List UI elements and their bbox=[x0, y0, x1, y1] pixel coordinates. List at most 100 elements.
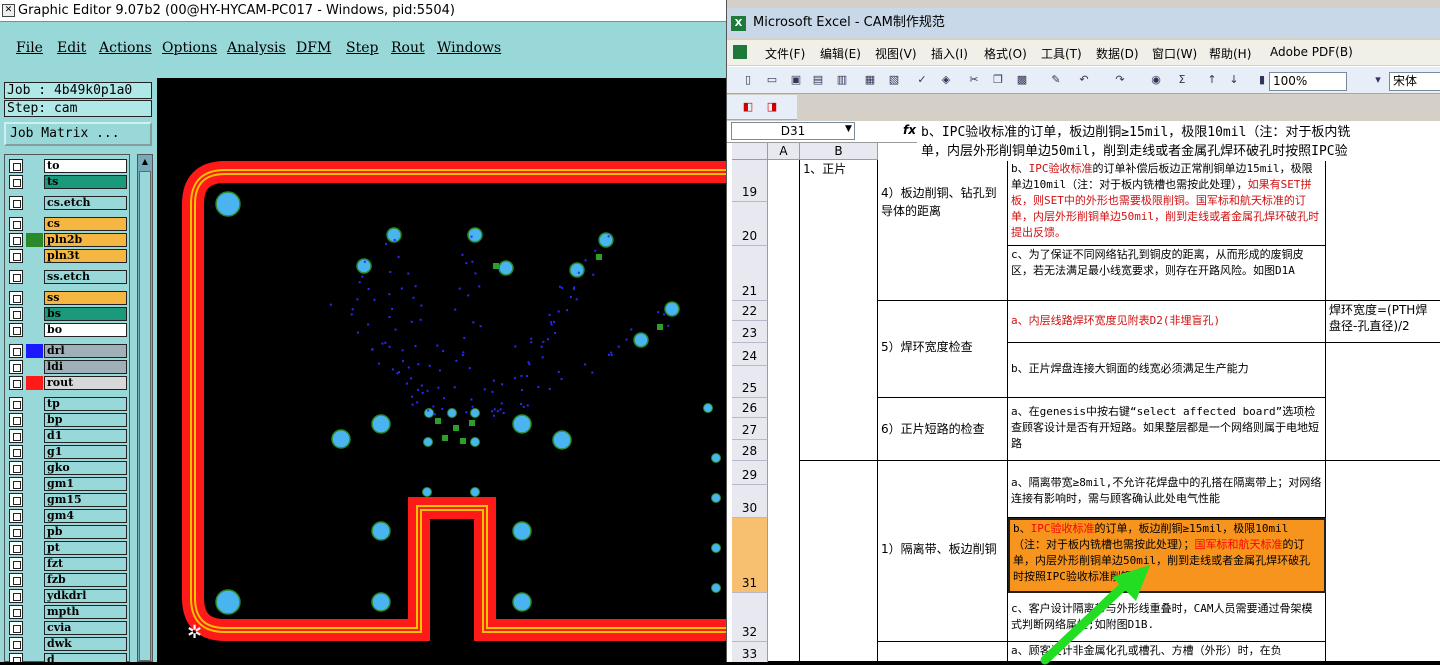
layer-row-ts[interactable]: ts bbox=[9, 175, 127, 189]
menu-file[interactable]: File bbox=[16, 40, 43, 56]
research2-icon[interactable]: ◈ bbox=[939, 73, 953, 87]
redo-icon[interactable]: ↷ bbox=[1113, 73, 1127, 87]
layer-color-swatch[interactable] bbox=[26, 653, 43, 662]
cell-e19[interactable] bbox=[1326, 160, 1440, 301]
menu-windows[interactable]: Windows bbox=[437, 40, 501, 56]
format-painter-icon[interactable]: ✎ bbox=[1049, 73, 1063, 87]
undo-icon[interactable]: ↶ bbox=[1077, 73, 1091, 87]
layer-name[interactable]: pt bbox=[44, 541, 127, 555]
layer-row-tp[interactable]: tp bbox=[9, 397, 127, 411]
sort-asc-icon[interactable]: ↑ bbox=[1205, 73, 1219, 87]
layer-checkbox[interactable] bbox=[9, 557, 23, 571]
layer-color-swatch[interactable] bbox=[26, 525, 43, 539]
layer-color-swatch[interactable] bbox=[26, 323, 43, 337]
menu-file-cn[interactable]: 文件(F) bbox=[765, 45, 805, 62]
cell-d21[interactable]: c、为了保证不同网络钻孔到铜皮的距离，从而形成的废铜皮区，若无法满足最小线宽要求… bbox=[1008, 246, 1326, 301]
layer-row-fzt[interactable]: fzt bbox=[9, 557, 127, 571]
layer-checkbox[interactable] bbox=[9, 605, 23, 619]
layer-row-gm4[interactable]: gm4 bbox=[9, 509, 127, 523]
name-box[interactable]: D31 bbox=[731, 122, 855, 140]
layer-color-swatch[interactable] bbox=[26, 541, 43, 555]
permission-icon[interactable]: ▤ bbox=[811, 73, 825, 87]
layer-checkbox[interactable] bbox=[9, 429, 23, 443]
menu-view-cn[interactable]: 视图(V) bbox=[875, 45, 917, 62]
layer-checkbox[interactable] bbox=[9, 233, 23, 247]
layer-checkbox[interactable] bbox=[9, 653, 23, 662]
row-header-21[interactable]: 21 bbox=[732, 246, 768, 301]
layer-name[interactable]: mpth bbox=[44, 605, 127, 619]
layer-checkbox[interactable] bbox=[9, 291, 23, 305]
row-header-27[interactable]: 27 bbox=[732, 418, 768, 440]
layer-checkbox[interactable] bbox=[9, 344, 23, 358]
menu-dfm[interactable]: DFM bbox=[296, 40, 331, 56]
cell-d24[interactable]: b、正片焊盘连接大铜面的线宽必须满足生产能力 bbox=[1008, 343, 1326, 398]
menu-analysis[interactable]: Analysis bbox=[227, 40, 286, 56]
cell-c-isolation[interactable]: 1）隔离带、板边削铜 bbox=[878, 461, 1008, 642]
layer-row-ss[interactable]: ss bbox=[9, 291, 127, 305]
layer-checkbox[interactable] bbox=[9, 637, 23, 651]
layer-row-rout[interactable]: rout bbox=[9, 376, 127, 390]
layer-color-swatch[interactable] bbox=[26, 159, 43, 173]
layer-color-swatch[interactable] bbox=[26, 397, 43, 411]
autosum-icon[interactable]: Σ bbox=[1175, 73, 1189, 87]
layer-row-cs[interactable]: cs bbox=[9, 217, 127, 231]
layer-checkbox[interactable] bbox=[9, 196, 23, 210]
layer-checkbox[interactable] bbox=[9, 461, 23, 475]
row-header-26[interactable]: 26 bbox=[732, 398, 768, 418]
job-matrix-button[interactable]: Job Matrix ... bbox=[4, 122, 152, 146]
layer-color-swatch[interactable] bbox=[26, 493, 43, 507]
layer-name[interactable]: fzt bbox=[44, 557, 127, 571]
layer-row-g1[interactable]: g1 bbox=[9, 445, 127, 459]
layer-name[interactable]: gko bbox=[44, 461, 127, 475]
sort-desc-icon[interactable]: ↓ bbox=[1227, 73, 1241, 87]
layer-color-swatch[interactable] bbox=[26, 175, 43, 189]
layer-row-ldi[interactable]: ldi bbox=[9, 360, 127, 374]
layer-color-swatch[interactable] bbox=[26, 233, 43, 247]
chart-wizard-icon[interactable]: ▮ bbox=[1255, 73, 1269, 87]
layer-name[interactable]: tp bbox=[44, 397, 127, 411]
layer-color-swatch[interactable] bbox=[26, 589, 43, 603]
print-preview-icon[interactable]: ▦ bbox=[863, 73, 877, 87]
layer-checkbox[interactable] bbox=[9, 541, 23, 555]
row-header-33[interactable]: 33 bbox=[732, 642, 768, 662]
layer-row-pln2b[interactable]: pln2b bbox=[9, 233, 127, 247]
menu-actions[interactable]: Actions bbox=[99, 40, 152, 56]
row-header-19[interactable]: 19 bbox=[732, 160, 768, 202]
layer-color-swatch[interactable] bbox=[26, 270, 43, 284]
row-header-29[interactable]: 29 bbox=[732, 461, 768, 485]
font-select[interactable]: 宋体 bbox=[1389, 72, 1440, 91]
layer-row-pln3t[interactable]: pln3t bbox=[9, 249, 127, 263]
layer-checkbox[interactable] bbox=[9, 413, 23, 427]
layer-checkbox[interactable] bbox=[9, 323, 23, 337]
layer-checkbox[interactable] bbox=[9, 397, 23, 411]
layer-name[interactable]: ss.etch bbox=[44, 270, 127, 284]
layer-name[interactable]: gm15 bbox=[44, 493, 127, 507]
row-header-20[interactable]: 20 bbox=[732, 202, 768, 246]
layer-name[interactable]: ydkdrl bbox=[44, 589, 127, 603]
cell-c-board-edge[interactable]: 4）板边削铜、钻孔到导体的距离 bbox=[878, 160, 1008, 301]
layer-color-swatch[interactable] bbox=[26, 509, 43, 523]
row-header-28[interactable]: 28 bbox=[732, 440, 768, 461]
layer-name[interactable]: fzb bbox=[44, 573, 127, 587]
cut-icon[interactable]: ✂ bbox=[967, 73, 981, 87]
menu-help-cn[interactable]: 帮助(H) bbox=[1209, 45, 1251, 62]
fx-icon[interactable]: fx bbox=[903, 123, 916, 137]
cell-e29[interactable] bbox=[1326, 461, 1440, 662]
layer-checkbox[interactable] bbox=[9, 159, 23, 173]
layer-name[interactable]: cvia bbox=[44, 621, 127, 635]
layer-color-swatch[interactable] bbox=[26, 307, 43, 321]
cell-d26[interactable]: a、在genesis中按右键“select affected board”选项检… bbox=[1008, 398, 1326, 461]
layer-name[interactable]: bo bbox=[44, 323, 127, 337]
cell-c-short-check[interactable]: 6）正片短路的检查 bbox=[878, 398, 1008, 461]
layer-name[interactable]: g1 bbox=[44, 445, 127, 459]
layer-name[interactable]: pln2b bbox=[44, 233, 127, 247]
layer-row-to[interactable]: to bbox=[9, 159, 127, 173]
layer-name[interactable]: bs bbox=[44, 307, 127, 321]
layer-name[interactable]: pb bbox=[44, 525, 127, 539]
layer-color-swatch[interactable] bbox=[26, 291, 43, 305]
excel-doc-icon[interactable] bbox=[733, 45, 747, 59]
layer-checkbox[interactable] bbox=[9, 525, 23, 539]
layer-checkbox[interactable] bbox=[9, 573, 23, 587]
layer-row-pb[interactable]: pb bbox=[9, 525, 127, 539]
menu-data-cn[interactable]: 数据(D) bbox=[1096, 45, 1139, 62]
